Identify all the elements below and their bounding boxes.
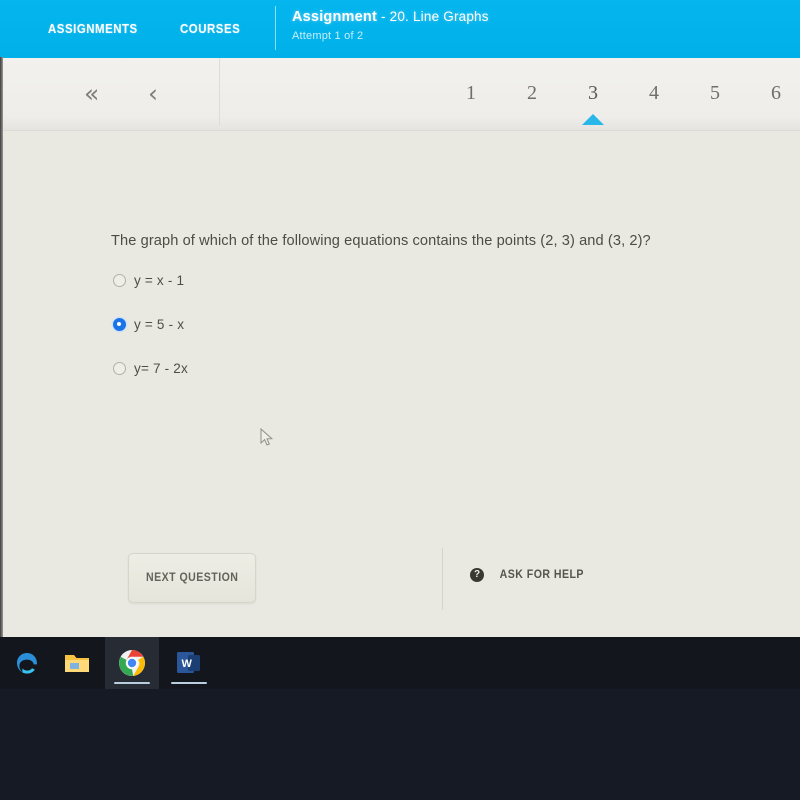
app-header-bar: ASSIGNMENTS COURSES Assignment - 20. Line… [0,0,800,58]
laptop-screen-photo: ASSIGNMENTS COURSES Assignment - 20. Line… [0,0,800,800]
question-prompt: The graph of which of the following equa… [111,233,651,249]
file-explorer-icon [65,655,89,672]
page-number-5[interactable]: 5 [702,82,728,105]
assignment-label: Assignment [292,9,377,25]
page-number-6[interactable]: 6 [763,82,789,105]
answer-option-0[interactable]: y = x - 1 [113,273,184,288]
answer-option-2-label: y= 7 - 2x [134,361,188,376]
radio-button-2[interactable] [113,362,126,375]
taskbar-item-file-explorer[interactable] [50,637,104,689]
mouse-cursor-icon [260,428,274,446]
assignment-name: - 20. Line Graphs [381,9,489,24]
header-divider [275,6,276,50]
taskbar-item-word[interactable]: W [162,637,216,689]
screen-left-bezel-edge [0,57,3,637]
page-number-3[interactable]: 3 [580,82,606,105]
attempt-status: Attempt 1 of 2 [292,30,364,42]
taskbar-item-chrome[interactable] [105,637,159,689]
chrome-icon [119,650,145,676]
radio-button-0[interactable] [113,274,126,287]
taskbar-indicator-word [171,681,207,684]
answer-option-1-label: y = 5 - x [134,317,185,332]
page-number-2[interactable]: 2 [519,82,545,105]
windows-taskbar: W [0,637,800,689]
question-pagination-bar: « ‹ 1 2 3 4 5 6 [0,58,800,131]
taskbar-active-indicator [114,681,150,684]
taskbar-item-edge[interactable] [0,637,54,689]
answer-option-0-label: y = x - 1 [134,273,185,288]
pagination-divider [219,58,220,126]
page-number-4[interactable]: 4 [641,82,667,105]
assignment-app: ASSIGNMENTS COURSES Assignment - 20. Line… [0,0,800,637]
svg-text:W: W [182,658,193,670]
assignment-title-block: Assignment - 20. Line Graphs Attempt 1 of… [292,8,489,42]
next-question-label: NEXT QUESTION [145,572,239,584]
next-question-button[interactable]: NEXT QUESTION [128,553,256,603]
first-question-chevron-icon[interactable]: « [84,80,99,108]
word-icon: W [177,652,200,673]
ask-for-help-label: ASK FOR HELP [499,569,584,581]
page-number-1[interactable]: 1 [458,82,484,105]
nav-link-assignments[interactable]: ASSIGNMENTS [48,21,138,36]
current-page-marker-triangle-icon [582,114,604,125]
answer-option-1[interactable]: y = 5 - x [113,317,184,332]
answer-option-2[interactable]: y= 7 - 2x [113,361,188,376]
previous-question-chevron-icon[interactable]: ‹ [148,80,158,108]
laptop-bezel: D∙LL [0,689,800,800]
question-mark-icon: ? [470,568,484,582]
radio-button-1[interactable] [113,318,126,331]
edge-icon [17,653,37,674]
footer-divider [442,548,443,610]
nav-link-courses[interactable]: COURSES [180,21,240,36]
ask-for-help-button[interactable]: ? ASK FOR HELP [470,568,588,582]
